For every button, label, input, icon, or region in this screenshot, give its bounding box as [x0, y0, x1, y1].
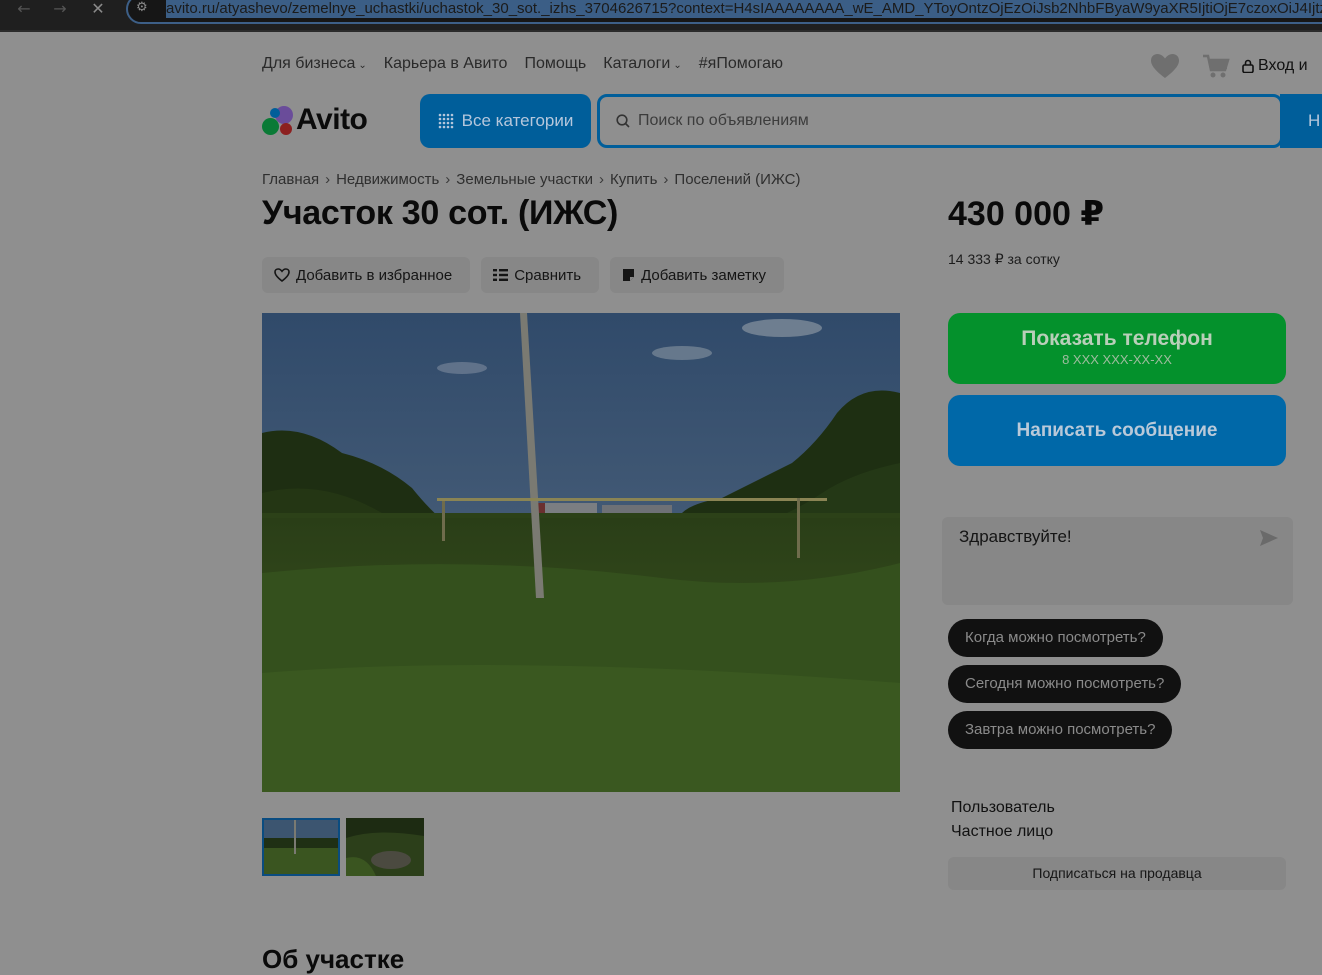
nav-item-yapomogayu[interactable]: #яПомогаю	[699, 55, 783, 77]
seller-name[interactable]: Пользователь	[951, 796, 1055, 820]
breadcrumb-item-land[interactable]: Земельные участки	[456, 171, 593, 188]
thumbnail-image	[264, 820, 338, 874]
quick-question-when[interactable]: Когда можно посмотреть?	[948, 619, 1163, 657]
add-note-button[interactable]: Добавить заметку	[610, 257, 784, 293]
price-per-unit: 14 333 ₽ за сотку	[948, 251, 1060, 267]
write-message-button[interactable]: Написать сообщение	[948, 395, 1286, 466]
thumbnail-image	[346, 818, 424, 876]
nav-item-help[interactable]: Помощь	[524, 55, 586, 77]
login-link[interactable]: Вход и	[1242, 57, 1308, 75]
photo-thumbnails	[262, 818, 424, 876]
send-icon[interactable]	[1259, 529, 1279, 547]
chevron-right-icon: ›	[598, 171, 604, 188]
chevron-right-icon: ›	[325, 171, 331, 188]
phone-mask: 8 XXX XXX-XX-XX	[1062, 352, 1172, 367]
back-arrow-icon[interactable]: ←	[12, 0, 36, 20]
about-heading: Об участке	[262, 944, 405, 974]
find-button[interactable]: Н	[1280, 94, 1322, 148]
compare-list-icon	[493, 269, 509, 281]
quick-question-today[interactable]: Сегодня можно посмотреть?	[948, 665, 1182, 703]
breadcrumb-item-home[interactable]: Главная	[262, 171, 319, 188]
top-nav: Для бизнеса ⌄ Карьера в Авито Помощь Ката…	[262, 55, 783, 77]
chevron-down-icon: ⌄	[358, 60, 367, 71]
cart-icon[interactable]	[1202, 53, 1230, 79]
search-icon	[616, 114, 630, 128]
all-categories-button[interactable]: Все категории	[420, 94, 591, 148]
breadcrumb-item-buy[interactable]: Купить	[610, 171, 657, 188]
subscribe-seller-button[interactable]: Подписаться на продавца	[948, 857, 1286, 890]
land-plot-photo	[262, 313, 900, 792]
favorites-heart-icon[interactable]	[1150, 53, 1180, 79]
stop-loading-icon[interactable]: ✕	[86, 0, 110, 20]
heart-outline-icon	[274, 268, 290, 282]
page-title: Участок 30 сот. (ИЖС)	[262, 194, 619, 232]
breadcrumb: Главная › Недвижимость › Земельные участки…	[262, 171, 800, 188]
lock-icon	[1242, 59, 1254, 73]
search-input[interactable]: Поиск по объявлениям	[597, 94, 1283, 148]
chevron-down-icon: ⌄	[673, 60, 682, 71]
forward-arrow-icon[interactable]: →	[48, 0, 72, 20]
quick-question-tomorrow[interactable]: Завтра можно посмотреть?	[948, 711, 1173, 749]
nav-item-catalogs[interactable]: Каталоги ⌄	[603, 55, 682, 77]
add-to-favorites-button[interactable]: Добавить в избранное	[262, 257, 471, 293]
seller-info: Пользователь Частное лицо	[951, 796, 1055, 844]
nav-item-career[interactable]: Карьера в Авито	[384, 55, 508, 77]
show-phone-button[interactable]: Показать телефон 8 XXX XXX-XX-XX	[948, 313, 1286, 384]
site-settings-icon[interactable]: ⚙	[136, 0, 148, 15]
address-bar[interactable]: ⚙ avito.ru/atyashevo/zemelnye_uchastki/u…	[126, 0, 1322, 24]
page: Для бизнеса ⌄ Карьера в Авито Помощь Ката…	[0, 34, 1322, 974]
chevron-right-icon: ›	[663, 171, 669, 188]
listing-actions: Добавить в избранное Сравнить Добавить з…	[262, 257, 784, 293]
chevron-right-icon: ›	[445, 171, 451, 188]
show-phone-label: Показать телефон	[1021, 327, 1213, 350]
note-icon	[623, 269, 635, 281]
breadcrumb-item-izhs[interactable]: Поселений (ИЖС)	[674, 171, 800, 188]
search-placeholder: Поиск по объявлениям	[638, 112, 809, 129]
url-text[interactable]: avito.ru/atyashevo/zemelnye_uchastki/uch…	[166, 0, 1322, 18]
browser-toolbar: ← → ✕ ⚙ avito.ru/atyashevo/zemelnye_ucha…	[0, 0, 1322, 32]
avito-logo[interactable]: Avito	[262, 103, 368, 136]
breadcrumb-item-realty[interactable]: Недвижимость	[336, 171, 439, 188]
chat-message-text: Здравствуйте!	[959, 527, 1072, 546]
thumbnail-1[interactable]	[262, 818, 340, 876]
seller-type: Частное лицо	[951, 823, 1054, 840]
logo-dots-icon	[262, 105, 294, 135]
grid-dots-icon	[438, 113, 453, 129]
nav-item-business[interactable]: Для бизнеса ⌄	[262, 55, 367, 77]
thumbnail-2[interactable]	[346, 818, 424, 876]
compare-button[interactable]: Сравнить	[481, 257, 600, 293]
chat-message-input[interactable]: Здравствуйте!	[942, 517, 1293, 605]
price: 430 000 ₽	[948, 195, 1105, 233]
top-right-controls: Вход и	[1150, 51, 1308, 81]
listing-main-photo[interactable]	[262, 313, 900, 792]
